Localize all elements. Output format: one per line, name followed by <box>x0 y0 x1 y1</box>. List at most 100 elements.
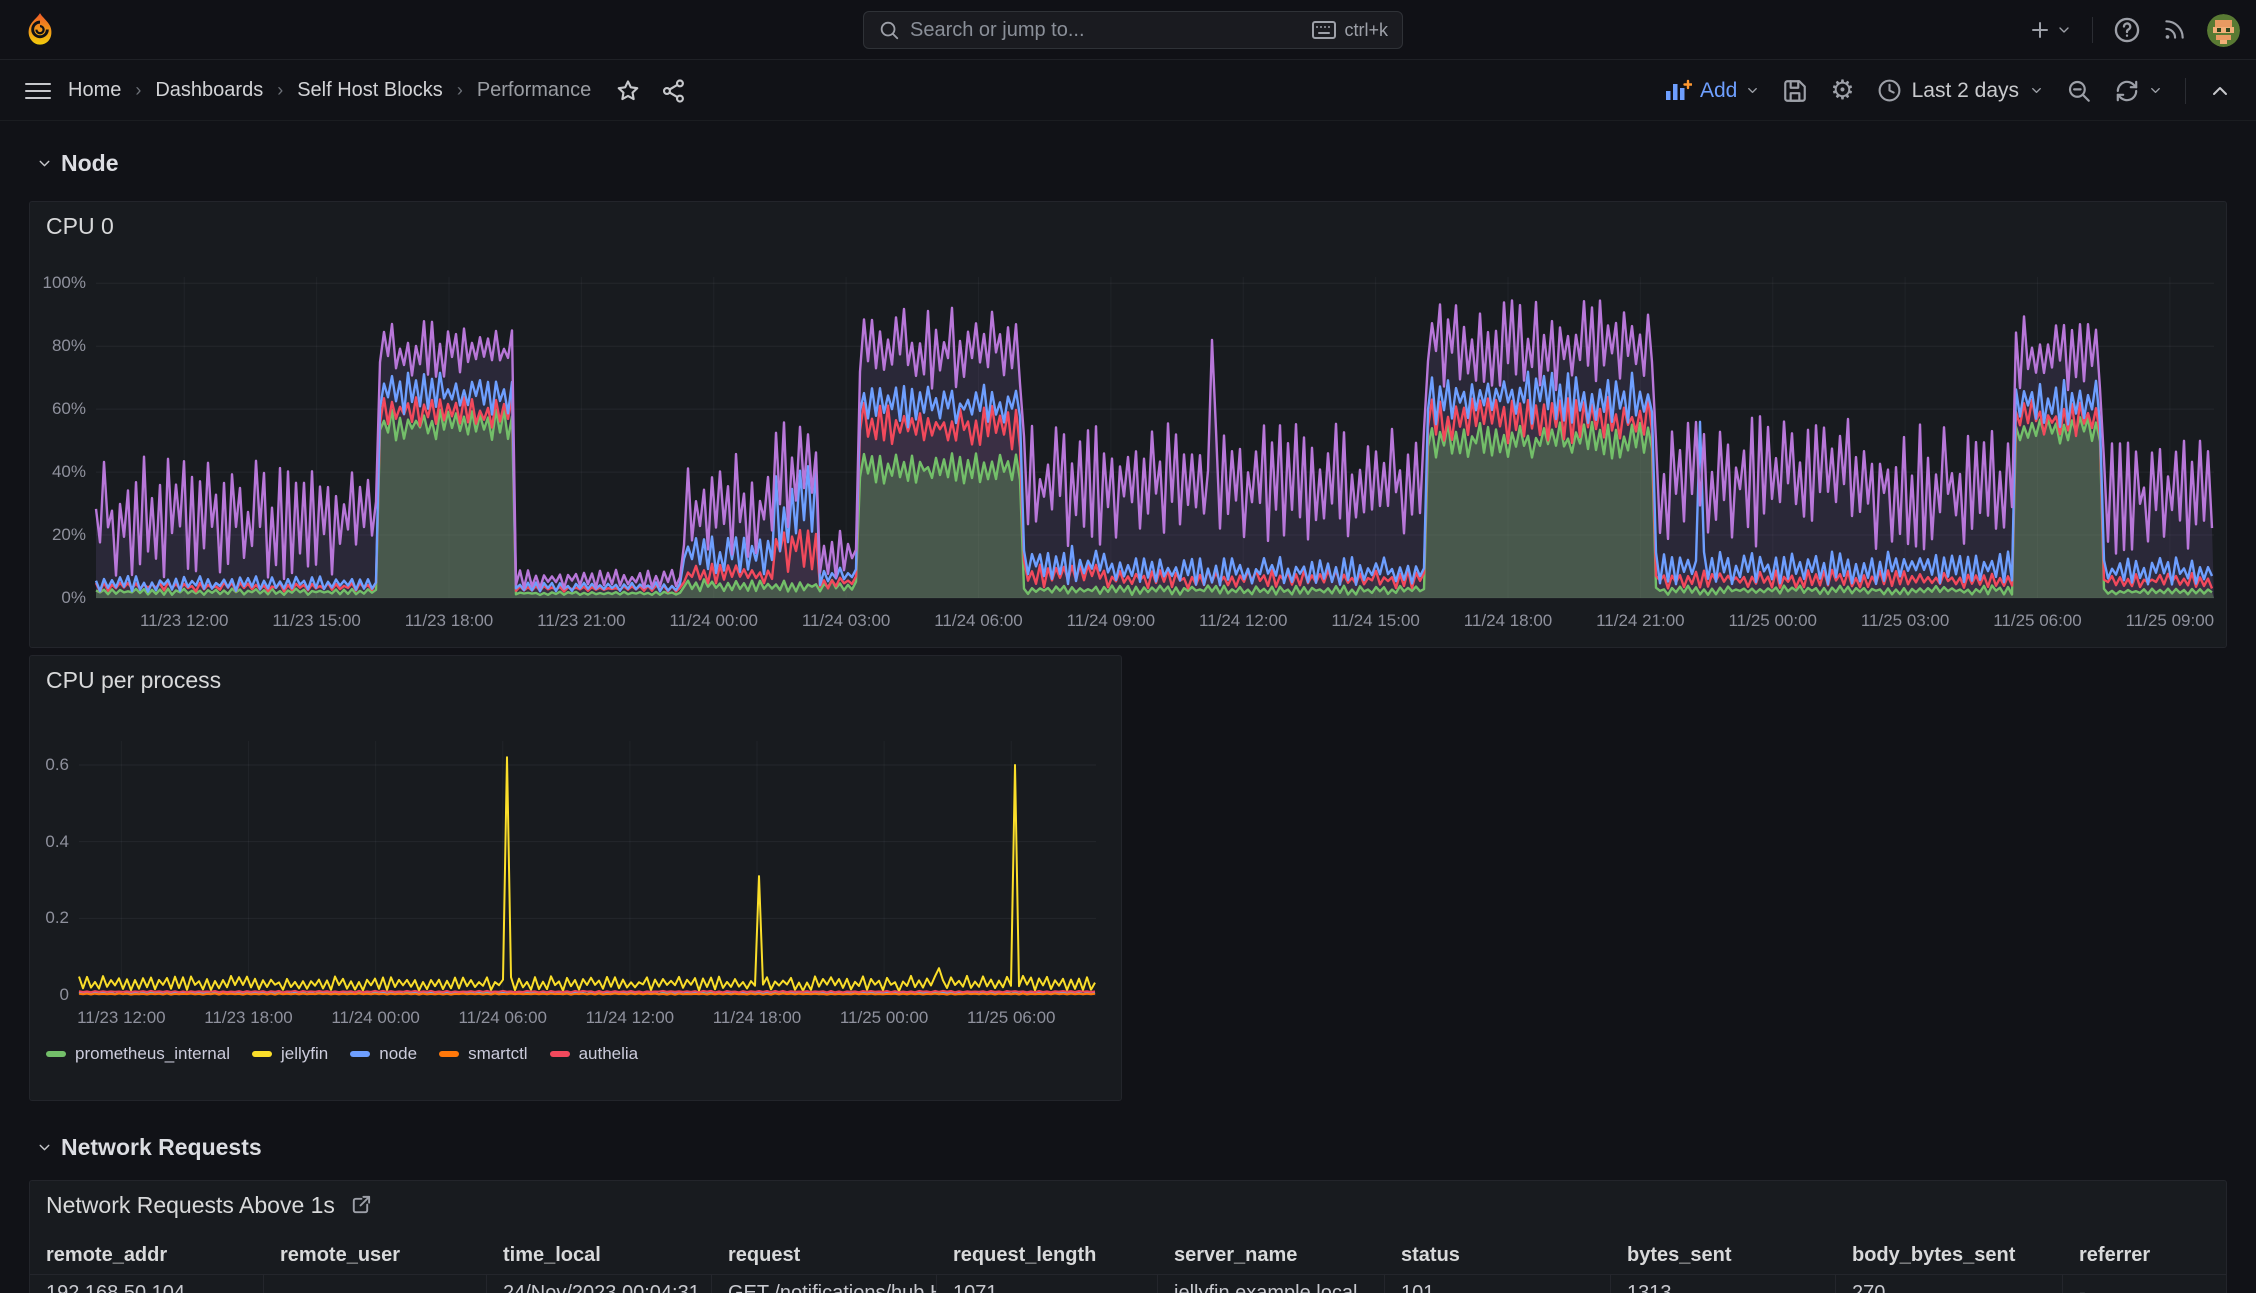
legend-item[interactable]: prometheus_internal <box>46 1044 230 1064</box>
y-axis-tick-label: 80% <box>51 336 86 356</box>
grafana-logo[interactable] <box>22 12 58 48</box>
panel-title[interactable]: CPU 0 <box>46 213 114 240</box>
settings-button[interactable]: ⚙ <box>1830 77 1854 104</box>
y-axis-tick-label: 0.4 <box>45 831 69 851</box>
x-axis-tick-label: 11/24 00:00 <box>669 611 759 630</box>
zoom-out-button[interactable] <box>2066 78 2092 104</box>
menu-button[interactable] <box>24 79 52 103</box>
x-axis-tick-label: 11/24 06:00 <box>934 611 1023 630</box>
x-axis-tick-label: 11/24 09:00 <box>1066 611 1156 630</box>
column-header[interactable]: request <box>712 1236 937 1274</box>
save-button[interactable] <box>1782 78 1808 104</box>
y-axis-tick-label: 0.2 <box>45 908 69 928</box>
legend-item[interactable]: smartctl <box>439 1044 528 1064</box>
x-axis-tick-label: 11/24 18:00 <box>1463 611 1553 630</box>
table-cell: 1313 <box>1611 1275 1836 1293</box>
help-button[interactable] <box>2113 16 2141 44</box>
x-axis-tick-label: 11/23 18:00 <box>204 1008 293 1027</box>
column-header[interactable]: remote_user <box>264 1236 487 1274</box>
legend-label: authelia <box>578 1044 639 1063</box>
column-header[interactable]: referrer <box>2063 1236 2226 1274</box>
legend-label: node <box>379 1044 418 1063</box>
breadcrumb-separator: › <box>277 80 284 100</box>
add-visualization-icon <box>1666 79 1692 100</box>
cpu0-chart[interactable]: 0% 20% 40% 60% 80% 100% 11/23 12:00 11/23 15:00… <box>30 202 2226 647</box>
table-header-row: remote_addr remote_user time_local reque… <box>30 1236 2226 1274</box>
avatar[interactable] <box>2207 13 2240 47</box>
panel-title[interactable]: Network Requests Above 1s <box>46 1192 372 1219</box>
refresh-button[interactable] <box>2114 78 2163 104</box>
legend: prometheus_internal jellyfin node smartc… <box>46 1044 638 1064</box>
section-network-requests[interactable]: Network Requests <box>36 1134 262 1161</box>
legend-label: jellyfin <box>280 1044 329 1063</box>
panel-cpu0: CPU 0 0% 20% 40% 60% 80% 100% 11/23 12:00 11/23… <box>29 201 2227 648</box>
share-button[interactable] <box>661 78 687 104</box>
divider <box>2185 77 2186 104</box>
table-cell: 101 <box>1385 1275 1611 1293</box>
column-header[interactable]: bytes_sent <box>1611 1236 1836 1274</box>
panel-title[interactable]: CPU per process <box>46 667 221 694</box>
breadcrumb-dashboards[interactable]: Dashboards <box>155 79 263 102</box>
x-axis-tick-label: 11/23 21:00 <box>537 611 626 630</box>
clock-icon <box>1878 79 1901 102</box>
top-nav-actions <box>2028 0 2240 60</box>
column-header[interactable]: remote_addr <box>30 1236 264 1274</box>
legend-swatch <box>350 1051 371 1057</box>
search-input[interactable]: Search or jump to... ctrl+k <box>863 11 1403 49</box>
new-button[interactable] <box>2028 18 2072 42</box>
collapse-topbar-button[interactable] <box>2208 79 2232 103</box>
y-axis-tick-label: 20% <box>51 525 86 545</box>
help-icon <box>2114 17 2140 43</box>
y-axis-tick-label: 0.6 <box>45 754 69 774</box>
x-axis-tick-label: 11/24 12:00 <box>585 1008 675 1027</box>
add-button[interactable]: Add <box>1665 79 1760 103</box>
y-axis-tick-label: 100% <box>42 273 86 293</box>
y-axis-tick-label: 0% <box>61 588 86 607</box>
plus-icon <box>2032 22 2048 38</box>
column-header[interactable]: request_length <box>937 1236 1158 1274</box>
x-axis-tick-label: 11/25 09:00 <box>2125 611 2215 630</box>
external-link-icon[interactable] <box>349 1194 372 1217</box>
section-title: Network Requests <box>61 1134 262 1160</box>
legend-item[interactable]: authelia <box>549 1044 639 1064</box>
column-header[interactable]: status <box>1385 1236 1611 1274</box>
column-header[interactable]: time_local <box>487 1236 712 1274</box>
chevron-down-icon <box>2059 27 2069 33</box>
chevron-down-icon <box>2151 88 2160 93</box>
x-axis-tick-label: 11/24 12:00 <box>1198 611 1288 630</box>
network-requests-table[interactable]: remote_addr remote_user time_local reque… <box>30 1236 2226 1293</box>
chevron-down-icon <box>2032 88 2041 93</box>
grafana-dashboard: Search or jump to... ctrl+k Home › Dashb… <box>0 0 2256 1293</box>
zoom-out-icon <box>2068 80 2090 102</box>
time-range-picker[interactable]: Last 2 days <box>1877 78 2044 103</box>
news-button[interactable] <box>2161 17 2187 43</box>
section-chevron-icon <box>39 160 50 167</box>
toolbar-actions: Add ⚙ Last 2 days <box>1665 77 2232 104</box>
x-axis-tick-label: 11/24 15:00 <box>1331 611 1420 630</box>
top-nav-bar: Search or jump to... ctrl+k <box>0 0 2256 60</box>
legend-swatch <box>439 1051 460 1057</box>
cpu-per-process-chart[interactable]: 0 0.2 0.4 0.6 11/23 12:00 11/23 18:00 11/24 00… <box>30 656 1121 1100</box>
breadcrumb-separator: › <box>456 80 463 100</box>
breadcrumb-folder[interactable]: Self Host Blocks <box>297 79 443 102</box>
section-chevron-icon <box>39 1144 50 1151</box>
chevron-up-icon <box>2213 86 2227 95</box>
menu-icon <box>25 82 51 99</box>
favorite-button[interactable] <box>615 78 641 104</box>
legend-label: prometheus_internal <box>75 1044 230 1063</box>
table-cell: 192.168.50.104 <box>30 1275 264 1293</box>
x-axis-tick-label: 11/24 03:00 <box>801 611 891 630</box>
divider <box>2092 17 2093 43</box>
legend-item[interactable]: jellyfin <box>251 1044 329 1064</box>
breadcrumb-home[interactable]: Home <box>68 79 121 102</box>
x-axis-tick-label: 11/24 18:00 <box>712 1008 802 1027</box>
section-node[interactable]: Node <box>36 150 119 177</box>
legend-item[interactable]: node <box>350 1044 417 1064</box>
table-cell: 270 <box>1836 1275 2063 1293</box>
legend-swatch <box>251 1051 272 1057</box>
column-header[interactable]: server_name <box>1158 1236 1385 1274</box>
column-header[interactable]: body_bytes_sent <box>1836 1236 2063 1274</box>
x-axis-tick-label: 11/25 06:00 <box>1993 611 2082 630</box>
search-placeholder: Search or jump to... <box>910 18 1085 41</box>
panel-network-requests-table: Network Requests Above 1s remote_addr re… <box>29 1180 2227 1293</box>
